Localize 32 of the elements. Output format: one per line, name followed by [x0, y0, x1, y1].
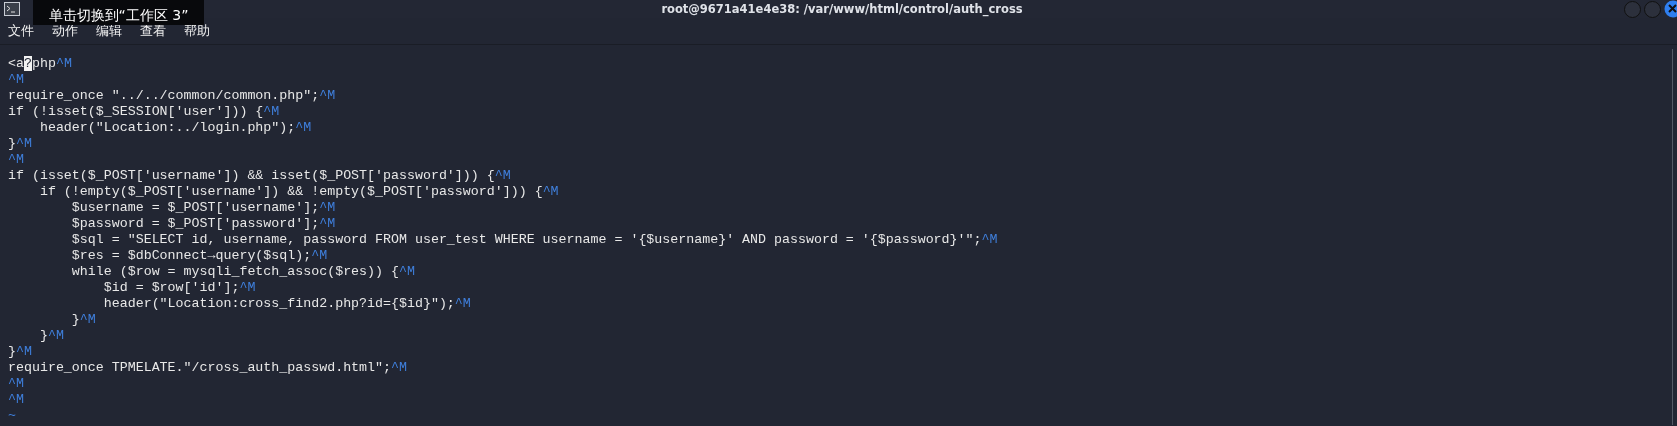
code-line: $username = $_POST['username'];^M: [70, 200, 336, 216]
close-icon[interactable]: [1664, 0, 1677, 18]
code-line: $res = $dbConnect→query($sql);^M: [70, 248, 328, 264]
menu-item[interactable]: 文件: [8, 22, 34, 40]
code-line: header("Location:cross_find2.php?id={$id}");^M: [102, 296, 471, 312]
code-line: header("Location:../login.php");^M: [38, 120, 312, 136]
code-line: while ($row = mysqli_fetch_assoc($res)) {^M: [70, 264, 415, 280]
code-line: require_once TPMELATE."/cross_auth_passwd.html";^M: [8, 360, 407, 376]
menu-item[interactable]: 帮助: [184, 22, 210, 40]
code-line: require_once "../../common/common.php";^M: [8, 88, 336, 104]
code-line: if (isset($_POST['username']) && isset($_POST['password'])) {^M: [8, 168, 511, 184]
code-line: }^M: [38, 328, 64, 344]
code-line: }^M: [70, 312, 96, 328]
minimize-button[interactable]: [1624, 0, 1641, 18]
menu-item[interactable]: 编辑: [96, 22, 122, 40]
code-line: }^M: [8, 136, 32, 152]
code-line: ^M: [8, 376, 24, 392]
code-line: if (!empty($_POST['username']) && !empty($_POST['password'])) {^M: [38, 184, 559, 200]
code-line: $password = $_POST['password'];^M: [70, 216, 336, 232]
code-line: $sql = "SELECT id, username, password FROM user_test WHERE username = '{$username}' AND password = '{$password}'";^M: [70, 232, 998, 248]
tooltip: 单击切换到“工作区 3”: [33, 0, 204, 25]
menu-item[interactable]: 查看: [140, 22, 166, 40]
code-line: ~: [8, 408, 16, 424]
code-line: ^M: [8, 392, 24, 408]
code-line: if (!isset($_SESSION['user'])) {^M: [8, 104, 280, 120]
terminal-icon[interactable]: [4, 2, 20, 16]
code-line: ^M: [8, 152, 24, 168]
window-title: root@9671a41e4e38: /var/www/html/control/auth_cross: [661, 2, 1023, 16]
code-line: ^M: [8, 72, 24, 88]
code-line: }^M: [8, 344, 32, 360]
code-line: $id = $row['id'];^M: [102, 280, 256, 296]
menu-item[interactable]: 动作: [52, 22, 78, 40]
